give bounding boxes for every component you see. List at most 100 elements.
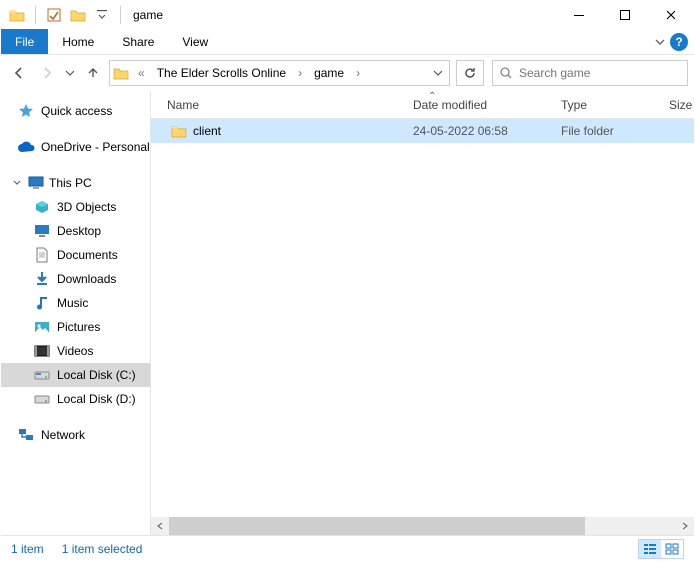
sidebar-item-local-disk-c[interactable]: Local Disk (C:) <box>1 363 150 387</box>
folder-icon <box>171 124 187 138</box>
view-toggle[interactable] <box>638 539 684 559</box>
status-selected: 1 item selected <box>62 542 143 556</box>
col-date[interactable]: Date modified <box>403 91 551 118</box>
col-date-label: Date modified <box>413 98 487 112</box>
monitor-icon <box>27 174 45 192</box>
file-list[interactable]: client 24-05-2022 06:58 File folder <box>151 119 694 517</box>
help-button[interactable]: ? <box>670 33 688 51</box>
crumb-drop-icon[interactable]: › <box>352 66 364 80</box>
col-name-label: Name <box>167 98 199 112</box>
sidebar-item-label: This PC <box>49 176 92 190</box>
music-icon <box>33 294 51 312</box>
nav-forward-button[interactable] <box>35 59 59 87</box>
col-size-label: Size <box>669 98 692 112</box>
drive-icon <box>33 366 51 384</box>
download-icon <box>33 270 51 288</box>
sidebar-item-3d-objects[interactable]: 3D Objects <box>1 195 150 219</box>
pictures-icon <box>33 318 51 336</box>
sidebar-item-label: Downloads <box>57 272 116 286</box>
sidebar-item-desktop[interactable]: Desktop <box>1 219 150 243</box>
sidebar-item-pictures[interactable]: Pictures <box>1 315 150 339</box>
horizontal-scrollbar[interactable] <box>151 517 694 535</box>
sidebar-item-label: Documents <box>57 248 118 262</box>
sidebar-item-label: Pictures <box>57 320 100 334</box>
drive-icon <box>33 390 51 408</box>
sidebar-item-label: Videos <box>57 344 93 358</box>
sidebar-this-pc[interactable]: This PC <box>1 171 150 195</box>
sidebar-item-label: Desktop <box>57 224 101 238</box>
column-headers[interactable]: Name ⌃ Date modified Type Size <box>151 91 694 119</box>
star-icon <box>17 102 35 120</box>
status-count: 1 item <box>11 542 44 556</box>
tab-share-label: Share <box>122 35 154 49</box>
row-type: File folder <box>561 124 614 138</box>
sidebar-onedrive[interactable]: OneDrive - Personal <box>1 135 150 159</box>
sidebar-item-label: Network <box>41 428 85 442</box>
maximize-button[interactable] <box>602 1 648 29</box>
title-sep <box>120 6 121 24</box>
thumbnails-view-button[interactable] <box>661 540 683 558</box>
sidebar-item-downloads[interactable]: Downloads <box>1 267 150 291</box>
address-history-button[interactable] <box>429 68 447 78</box>
refresh-button[interactable] <box>456 60 484 86</box>
sidebar-item-label: Local Disk (D:) <box>57 392 136 406</box>
crumb-current[interactable]: game <box>310 66 348 80</box>
sidebar-item-label: Local Disk (C:) <box>57 368 136 382</box>
desktop-icon <box>33 222 51 240</box>
sidebar-item-local-disk-d[interactable]: Local Disk (D:) <box>1 387 150 411</box>
nav-recent-button[interactable] <box>63 59 77 87</box>
crumb-sep-icon[interactable]: › <box>294 66 306 80</box>
window-title: game <box>125 8 163 22</box>
tab-home[interactable]: Home <box>48 29 108 54</box>
qat-sep <box>35 6 36 24</box>
cloud-icon <box>17 138 35 156</box>
sidebar-quick-access[interactable]: Quick access <box>1 99 150 123</box>
cube-icon <box>33 198 51 216</box>
close-button[interactable] <box>648 1 694 29</box>
details-view-button[interactable] <box>639 540 661 558</box>
qat-folder-icon[interactable] <box>7 5 27 25</box>
ribbon-expand-icon[interactable] <box>654 36 666 48</box>
nav-back-button[interactable] <box>7 59 31 87</box>
table-row[interactable]: client 24-05-2022 06:58 File folder <box>151 119 694 143</box>
col-size[interactable]: Size <box>659 91 694 118</box>
qat-folder2-icon[interactable] <box>68 5 88 25</box>
tab-file-label: File <box>15 35 34 49</box>
address-bar[interactable]: « The Elder Scrolls Online › game › <box>109 60 450 86</box>
document-icon <box>33 246 51 264</box>
col-name[interactable]: Name <box>151 91 403 118</box>
row-name: client <box>193 124 221 138</box>
tab-file[interactable]: File <box>1 29 48 54</box>
navigation-pane[interactable]: Quick access OneDrive - Personal This PC… <box>1 91 151 535</box>
scroll-right-button[interactable] <box>676 517 694 535</box>
search-input[interactable] <box>519 66 681 80</box>
address-folder-icon <box>112 64 130 82</box>
qat-properties-icon[interactable] <box>44 5 64 25</box>
videos-icon <box>33 342 51 360</box>
sidebar-network[interactable]: Network <box>1 423 150 447</box>
network-icon <box>17 426 35 444</box>
qat-overflow-icon[interactable] <box>92 5 112 25</box>
sidebar-item-documents[interactable]: Documents <box>1 243 150 267</box>
scroll-thumb[interactable] <box>169 517 585 535</box>
crumb-parent[interactable]: The Elder Scrolls Online <box>153 66 290 80</box>
sidebar-item-videos[interactable]: Videos <box>1 339 150 363</box>
nav-up-button[interactable] <box>81 59 105 87</box>
scroll-left-button[interactable] <box>151 517 169 535</box>
sort-asc-icon: ⌃ <box>428 91 436 102</box>
search-icon <box>499 66 513 80</box>
sidebar-item-label: Music <box>57 296 88 310</box>
tab-share[interactable]: Share <box>108 29 168 54</box>
expand-icon[interactable] <box>13 179 23 187</box>
crumb-prefix: « <box>134 66 149 80</box>
col-type[interactable]: Type <box>551 91 659 118</box>
search-box[interactable] <box>492 60 688 86</box>
tab-view-label: View <box>182 35 208 49</box>
tab-home-label: Home <box>62 35 94 49</box>
sidebar-item-music[interactable]: Music <box>1 291 150 315</box>
minimize-button[interactable] <box>556 1 602 29</box>
sidebar-item-label: Quick access <box>41 104 112 118</box>
tab-view[interactable]: View <box>168 29 222 54</box>
scroll-track[interactable] <box>169 517 676 535</box>
sidebar-item-label: 3D Objects <box>57 200 116 214</box>
